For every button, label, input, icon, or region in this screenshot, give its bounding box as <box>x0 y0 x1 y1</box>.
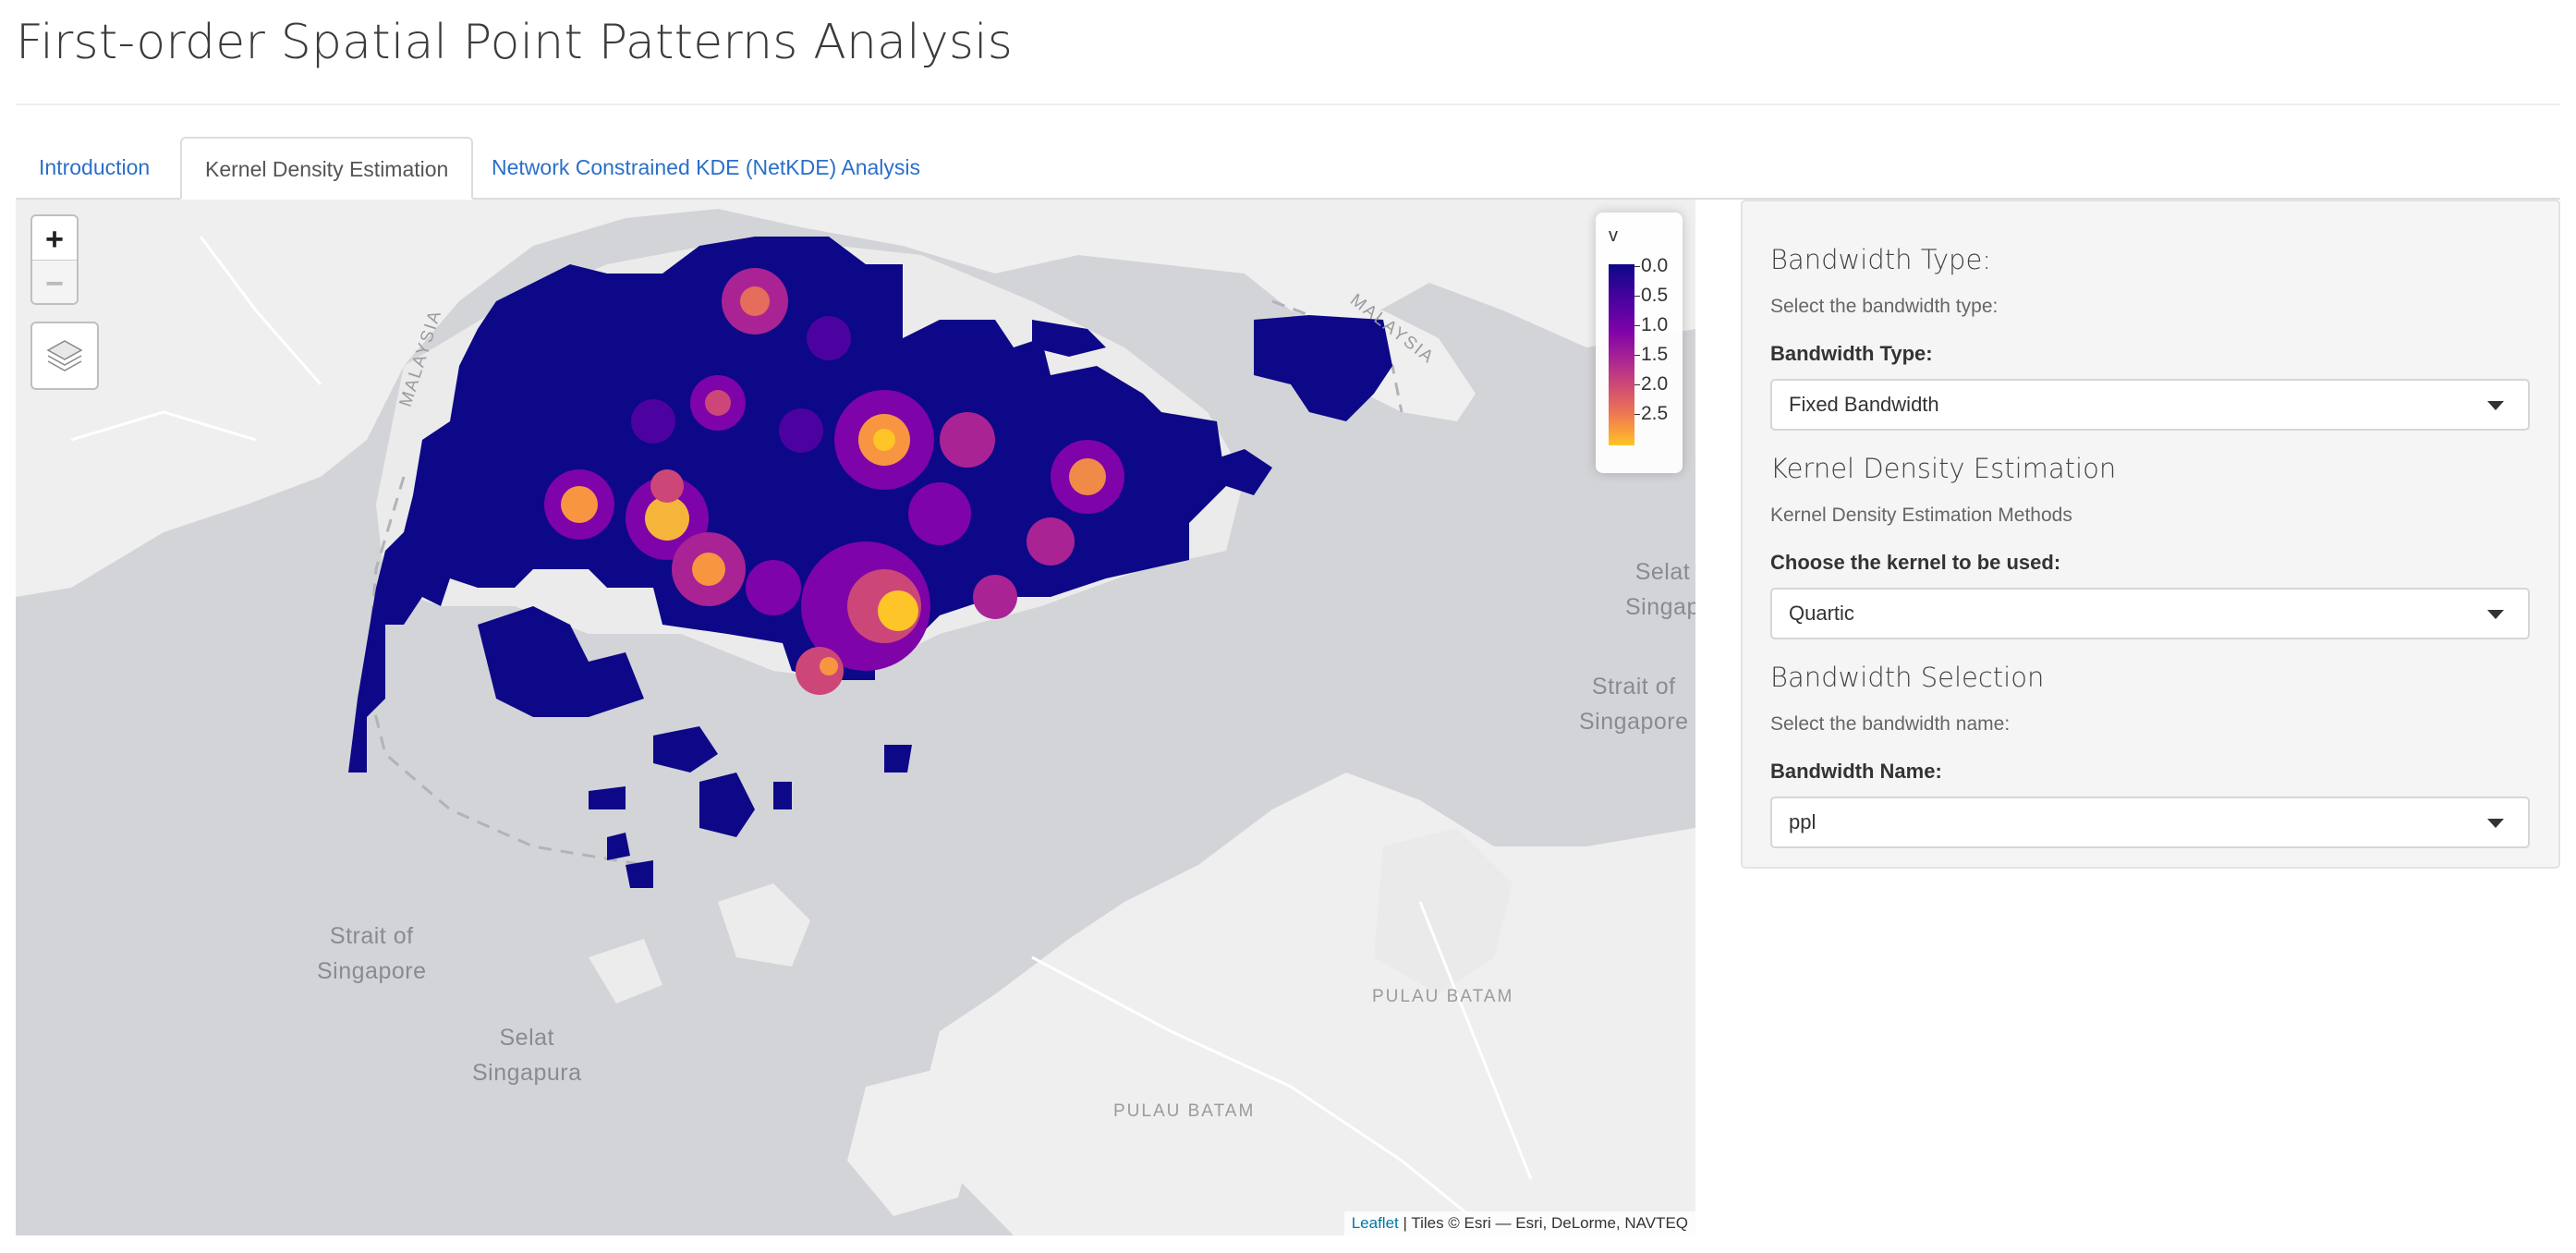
layers-control-button[interactable] <box>30 322 99 390</box>
leaflet-link[interactable]: Leaflet <box>1352 1214 1399 1232</box>
leaflet-map[interactable]: Selat Singap Strait of Singapore Strait of… <box>16 200 1695 1235</box>
legend-label: 1.0 <box>1634 314 1668 336</box>
zoom-control: + − <box>30 214 79 305</box>
bandwidth-type-heading: Bandwidth Type: <box>1770 244 1992 275</box>
zoom-out-button[interactable]: − <box>32 261 77 303</box>
map-label-selat-left: Selat Singapura <box>472 1025 582 1086</box>
kernel-label: Choose the kernel to be used: <box>1770 551 2061 574</box>
legend-label: 2.0 <box>1634 373 1668 395</box>
chevron-down-icon <box>2487 401 2504 410</box>
map-label-strait-left: Strait of Singapore <box>317 923 427 984</box>
map-label-pulau-batam-2: PULAU BATAM <box>1113 1101 1256 1121</box>
chevron-down-icon <box>2487 610 2504 619</box>
bandwidth-type-value: Fixed Bandwidth <box>1789 393 1939 416</box>
tab-netkde-analysis[interactable]: Network Constrained KDE (NetKDE) Analysi… <box>468 137 943 200</box>
bandwidth-selection-help: Select the bandwidth name: <box>1770 713 2011 735</box>
legend-title: v <box>1609 225 1618 246</box>
basemap-tiles <box>16 200 1695 1235</box>
legend-label: 2.5 <box>1634 403 1668 425</box>
bandwidth-type-help: Select the bandwidth type: <box>1770 296 1999 317</box>
bandwidth-type-select[interactable]: Fixed Bandwidth <box>1770 379 2530 431</box>
bandwidth-name-value: ppl <box>1789 810 1817 833</box>
kernel-select[interactable]: Quartic <box>1770 588 2530 639</box>
bandwidth-name-select[interactable]: ppl <box>1770 797 2530 848</box>
title-divider <box>16 103 2560 105</box>
legend-label: 0.0 <box>1634 255 1668 277</box>
attribution-text: | Tiles © Esri — Esri, DeLorme, NAVTEQ <box>1403 1214 1688 1232</box>
bandwidth-selection-heading: Bandwidth Selection <box>1770 662 2045 693</box>
sidebar-panel: Bandwidth Type: Select the bandwidth typ… <box>1741 200 2560 869</box>
legend-label: 0.5 <box>1634 285 1668 307</box>
kde-heading: Kernel Density Estimation <box>1770 453 2117 484</box>
legend-colorbar <box>1609 264 1634 445</box>
map-label-pulau-batam-1: PULAU BATAM <box>1372 987 1514 1006</box>
map-label-selat-right: Selat Singap <box>1625 559 1695 620</box>
legend-label: 1.5 <box>1634 344 1668 366</box>
layers-icon <box>46 340 83 371</box>
kernel-value: Quartic <box>1789 602 1854 625</box>
map-legend: v 0.0 0.5 1.0 1.5 2.0 2.5 <box>1596 213 1683 473</box>
map-label-strait-right: Strait of Singapore <box>1579 674 1689 735</box>
chevron-down-icon <box>2487 819 2504 828</box>
map-attribution: Leaflet | Tiles © Esri — Esri, DeLorme, … <box>1343 1211 1695 1235</box>
page-title: First-order Spatial Point Patterns Analy… <box>16 15 1014 70</box>
kde-help: Kernel Density Estimation Methods <box>1770 505 2072 526</box>
tab-bar: Introduction Kernel Density Estimation N… <box>16 137 2560 200</box>
bandwidth-name-label: Bandwidth Name: <box>1770 760 1942 783</box>
bandwidth-type-label: Bandwidth Type: <box>1770 342 1933 365</box>
tab-kernel-density-estimation[interactable]: Kernel Density Estimation <box>180 137 474 200</box>
zoom-in-button[interactable]: + <box>32 216 77 261</box>
tab-introduction[interactable]: Introduction <box>16 137 173 200</box>
